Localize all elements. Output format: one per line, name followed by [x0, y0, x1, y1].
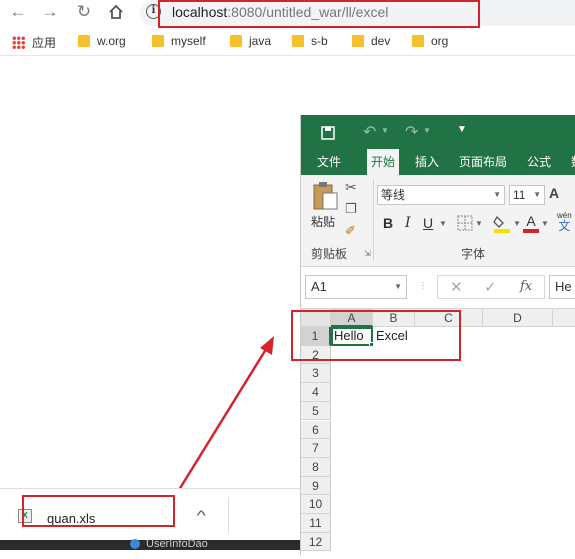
- download-divider: [228, 497, 229, 533]
- download-highlight-box: [22, 495, 175, 527]
- chevron-up-icon[interactable]: ^: [197, 507, 206, 523]
- taskbar-strip: UserInfoDao: [0, 538, 300, 550]
- app-icon: [130, 539, 140, 549]
- annotation-arrow: [172, 336, 274, 499]
- taskbar-item-label[interactable]: UserInfoDao: [146, 538, 208, 550]
